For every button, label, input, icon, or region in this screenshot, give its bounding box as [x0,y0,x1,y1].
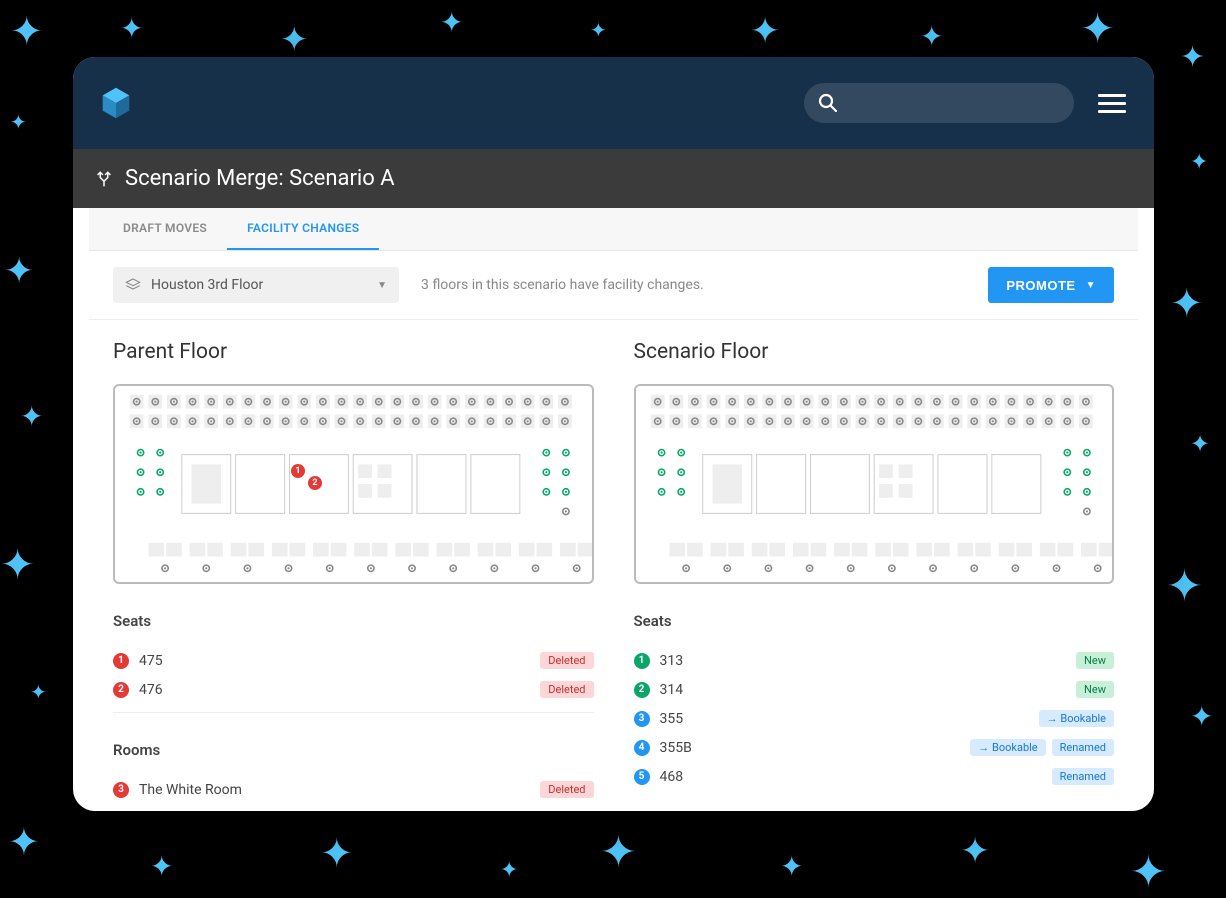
item-label: 313 [660,653,684,669]
status-tag: Deleted [540,681,593,698]
item-tags: → Bookable [1039,710,1114,727]
list-item[interactable]: 2 476 Deleted [113,675,594,704]
status-tag: Renamed [1052,739,1114,756]
item-tags: → Bookable Renamed [970,739,1114,756]
scenario-floor-column: Scenario Floor Seats 1 313 New 2 314 New 3 355 →… [634,340,1115,803]
status-tag: Renamed [1052,768,1114,785]
floorplan-marker[interactable]: 2 [308,476,322,490]
page-title: Scenario Merge: Scenario A [125,166,395,191]
search-wrap [804,83,1074,123]
status-tag: New [1076,681,1114,698]
item-tags: Deleted [540,652,593,669]
parent-rooms-list: 3 The White Room Deleted [113,775,594,803]
search-input[interactable] [804,83,1074,123]
toolbar-message: 3 floors in this scenario have facility … [421,277,704,293]
scenario-seats-list: 1 313 New 2 314 New 3 355 → Bookable 4 355B → Booka… [634,646,1115,791]
promote-button-label: PROMOTE [1006,278,1075,293]
item-tags: Renamed [1052,768,1114,785]
toolbar: Houston 3rd Floor ▼ 3 floors in this sce… [89,251,1138,320]
item-number-badge: 2 [113,682,129,698]
tab-facility-changes[interactable]: FACILITY CHANGES [227,208,379,250]
scenario-floorplan[interactable] [634,384,1115,584]
item-number-badge: 5 [634,769,650,785]
item-tags: Deleted [540,781,593,798]
parent-rooms-heading: Rooms [113,741,594,765]
item-label: The White Room [139,782,242,798]
status-tag: Deleted [540,781,593,798]
item-number-badge: 3 [113,782,129,798]
merge-icon [95,170,113,188]
item-label: 476 [139,682,163,698]
item-label: 468 [660,769,684,785]
item-number-badge: 4 [634,740,650,756]
list-item[interactable]: 5 468 Renamed [634,762,1115,791]
layers-icon [125,277,141,293]
parent-floor-heading: Parent Floor [113,340,594,364]
list-item[interactable]: 2 314 New [634,675,1115,704]
floor-selector-label: Houston 3rd Floor [151,277,263,293]
tab-draft-moves[interactable]: DRAFT MOVES [103,208,227,250]
status-tag: New [1076,652,1114,669]
item-number-badge: 2 [634,682,650,698]
item-tags: New [1076,681,1114,698]
cube-logo-icon [97,84,135,122]
page-title-bar: Scenario Merge: Scenario A [73,149,1154,208]
item-label: 355 [660,711,684,727]
list-item[interactable]: 4 355B → Bookable Renamed [634,733,1115,762]
list-item[interactable]: 3 The White Room Deleted [113,775,594,803]
list-item[interactable]: 3 355 → Bookable [634,704,1115,733]
chevron-down-icon: ▼ [377,280,387,291]
item-label: 355B [660,740,692,756]
list-item[interactable]: 1 475 Deleted [113,646,594,675]
menu-button[interactable] [1094,90,1130,117]
app-window: Scenario Merge: Scenario A DRAFT MOVES F… [73,57,1154,811]
floorplan-marker[interactable]: 1 [291,464,305,478]
app-header [73,57,1154,149]
scenario-seats-heading: Seats [634,612,1115,636]
floor-selector[interactable]: Houston 3rd Floor ▼ [113,267,399,303]
item-tags: New [1076,652,1114,669]
parent-seats-list: 1 475 Deleted 2 476 Deleted [113,646,594,704]
item-number-badge: 1 [634,653,650,669]
content-area: DRAFT MOVES FACILITY CHANGES Houston 3rd… [89,208,1138,811]
list-item[interactable]: 1 313 New [634,646,1115,675]
item-number-badge: 3 [634,711,650,727]
status-tag: Deleted [540,652,593,669]
caret-down-icon: ▼ [1086,280,1096,291]
status-tag: → Bookable [970,739,1045,756]
parent-floor-column: Parent Floor 12 Seats 1475Deleted2476Del… [113,340,594,803]
search-icon [818,93,838,113]
tabs-bar: DRAFT MOVES FACILITY CHANGES [89,208,1138,251]
main-grid: Parent Floor 12 Seats 1475Deleted2476Del… [89,320,1138,803]
scenario-floor-heading: Scenario Floor [634,340,1115,364]
parent-seats-heading: Seats [113,612,594,636]
item-tags: Deleted [540,681,593,698]
item-label: 475 [139,653,163,669]
parent-floorplan[interactable]: 12 [113,384,594,584]
promote-button[interactable]: PROMOTE ▼ [988,267,1114,303]
status-tag: → Bookable [1039,710,1114,727]
app-logo [97,84,135,122]
item-label: 314 [660,682,684,698]
item-number-badge: 1 [113,653,129,669]
